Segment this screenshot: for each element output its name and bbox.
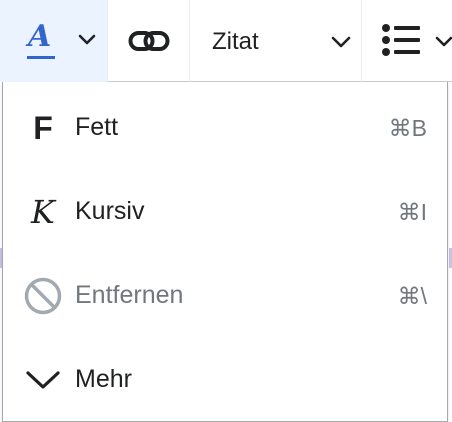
bullet-list-icon [382,24,420,56]
menu-item-label: Fett [75,113,119,141]
chevron-down-icon [23,360,63,400]
menu-item-bold[interactable]: F Fett ⌘B [3,86,447,170]
text-style-underline [27,56,55,59]
list-button[interactable] [362,0,452,82]
chevron-down-icon [78,34,96,45]
menu-item-label: Mehr [75,365,132,393]
menu-item-label: Kursiv [75,197,145,225]
bold-icon: F [33,110,53,146]
editor-toolbar: A Zitat [0,0,452,82]
menu-item-more[interactable]: Mehr [3,338,447,422]
menu-item-shortcut: ⌘I [397,199,427,225]
menu-item-shortcut: ⌘B [388,115,427,141]
text-style-menu: F Fett ⌘B K Kursiv ⌘I Entfernen ⌘\ Mehr [2,82,448,422]
link-icon [128,31,169,51]
clear-format-icon [23,276,63,316]
chevron-down-icon [435,36,452,47]
menu-item-shortcut: ⌘\ [397,283,427,309]
format-select-value: Zitat [212,28,259,55]
menu-item-clear-formatting: Entfernen ⌘\ [3,254,447,338]
menu-item-label: Entfernen [75,281,184,309]
menu-item-italic[interactable]: K Kursiv ⌘I [3,170,447,254]
chevron-down-icon [331,36,351,48]
text-style-button[interactable]: A [0,0,107,82]
italic-icon: K [31,193,55,231]
text-style-icon: A [28,19,52,54]
paragraph-format-select[interactable]: Zitat [190,0,361,82]
link-button[interactable] [108,0,189,82]
